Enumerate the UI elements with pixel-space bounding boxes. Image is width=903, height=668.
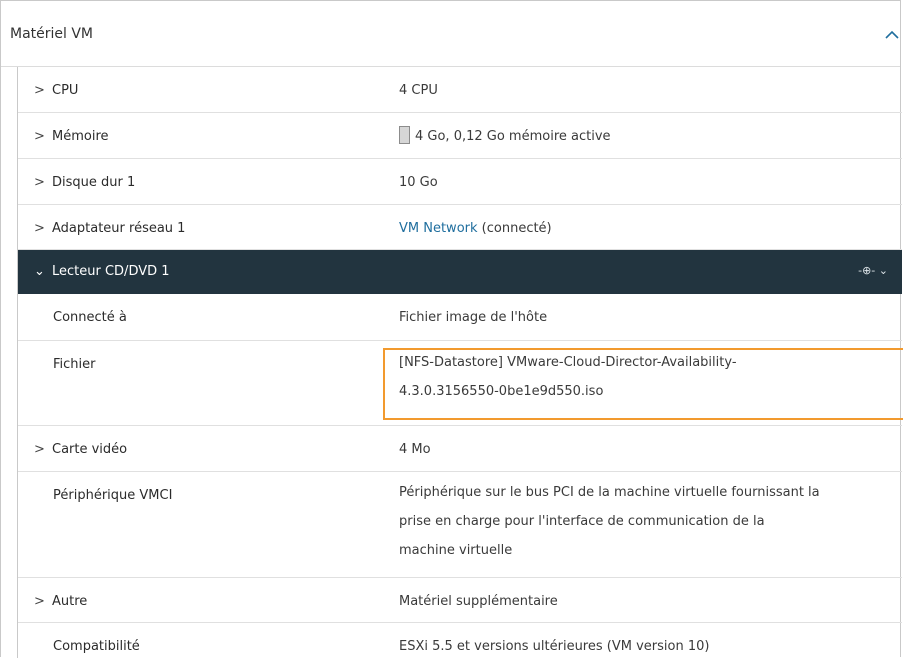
vmci-line-2: prise en charge pour l'interface de comm… <box>399 514 765 529</box>
memory-value: 4 Go, 0,12 Go mémoire active <box>415 129 611 144</box>
row-memory[interactable]: > Mémoire 4 Go, 0,12 Go mémoire active <box>18 113 902 159</box>
hardware-table: > CPU 4 CPU > Mémoire 4 Go, 0,12 Go mémoir… <box>17 67 903 658</box>
connection-icon[interactable]: -⊕- ⌄ <box>858 264 888 277</box>
cpu-label: CPU <box>52 83 79 98</box>
vmci-description: Périphérique sur le bus PCI de la machin… <box>399 478 820 565</box>
vmci-label: Périphérique VMCI <box>53 488 173 503</box>
file-label: Fichier <box>53 357 96 372</box>
video-label: Carte vidéo <box>52 442 128 457</box>
row-connected-to: Connecté à Fichier image de l'hôte <box>18 294 902 341</box>
network-label: Adaptateur réseau 1 <box>52 221 186 236</box>
row-network[interactable]: > Adaptateur réseau 1 VM Network (connect… <box>18 205 902 250</box>
file-path[interactable]: [NFS-Datastore] VMware-Cloud-Director-Av… <box>399 348 737 406</box>
file-path-line-2: 4.3.0.3156550-0be1e9d550.iso <box>399 384 604 399</box>
compat-value: ESXi 5.5 et versions ultérieures (VM ver… <box>399 639 710 654</box>
memory-label: Mémoire <box>52 129 109 144</box>
vmci-line-1: Périphérique sur le bus PCI de la machin… <box>399 485 820 500</box>
chevron-right-icon[interactable]: > <box>34 175 45 190</box>
chevron-up-icon[interactable] <box>884 28 900 42</box>
chevron-right-icon[interactable]: > <box>34 129 45 144</box>
disk-label: Disque dur 1 <box>52 175 136 190</box>
row-other[interactable]: > Autre Matériel supplémentaire <box>18 578 902 623</box>
chevron-right-icon[interactable]: > <box>34 83 45 98</box>
chevron-right-icon[interactable]: > <box>34 442 45 457</box>
row-cpu[interactable]: > CPU 4 CPU <box>18 67 902 113</box>
other-value: Matériel supplémentaire <box>399 594 558 609</box>
vm-hardware-card: Matériel VM > CPU 4 CPU > Mémoire 4 Go, 0,… <box>0 0 903 658</box>
disk-value: 10 Go <box>399 175 438 190</box>
network-status: (connecté) <box>477 221 552 236</box>
row-vmci: Périphérique VMCI Périphérique sur le bu… <box>18 472 902 578</box>
other-label: Autre <box>52 594 88 609</box>
video-value: 4 Mo <box>399 442 431 457</box>
vmci-line-3: machine virtuelle <box>399 543 513 558</box>
memory-usage-bar <box>399 126 410 144</box>
file-path-line-1: [NFS-Datastore] VMware-Cloud-Director-Av… <box>399 355 737 370</box>
row-compatibility: Compatibilité ESXi 5.5 et versions ultér… <box>18 623 902 668</box>
vm-network-link[interactable]: VM Network <box>399 221 478 236</box>
row-video[interactable]: > Carte vidéo 4 Mo <box>18 426 902 472</box>
card-header[interactable]: Matériel VM <box>1 1 900 67</box>
cddvd-label: Lecteur CD/DVD 1 <box>52 264 170 279</box>
chevron-right-icon[interactable]: > <box>34 221 45 236</box>
compat-label: Compatibilité <box>53 639 140 654</box>
connected-value[interactable]: Fichier image de l'hôte <box>399 310 547 325</box>
row-file: Fichier [NFS-Datastore] VMware-Cloud-Dir… <box>18 341 903 426</box>
connected-label: Connecté à <box>53 310 127 325</box>
chevron-right-icon[interactable]: > <box>34 594 45 609</box>
row-cddvd-header[interactable]: ⌄ Lecteur CD/DVD 1 -⊕- ⌄ <box>18 250 902 294</box>
row-disk[interactable]: > Disque dur 1 10 Go <box>18 159 902 205</box>
card-title: Matériel VM <box>10 26 94 42</box>
chevron-down-icon[interactable]: ⌄ <box>34 264 45 279</box>
cpu-value: 4 CPU <box>399 83 438 98</box>
